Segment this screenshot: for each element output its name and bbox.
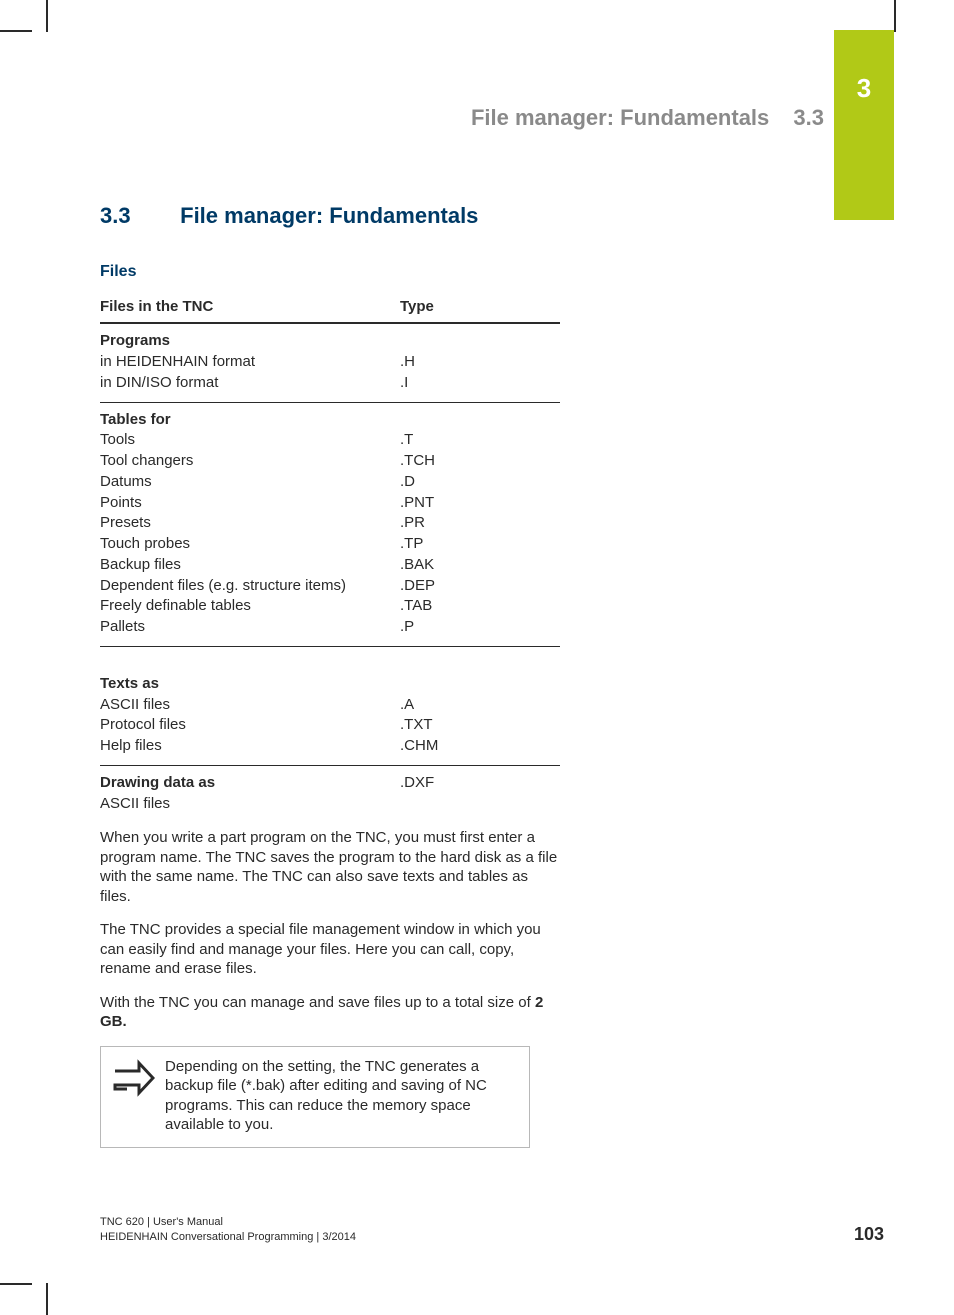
table-row: in DIN/ISO format.I	[100, 373, 560, 394]
table-cell-name: Tool changers	[100, 451, 400, 472]
table-row: Protocol files.TXT	[100, 715, 560, 736]
table-group-lead-type	[400, 402, 560, 430]
table-cell-name: ASCII files	[100, 695, 400, 716]
section-title: File manager: Fundamentals	[180, 203, 478, 228]
table-cell-type: .TXT	[400, 715, 560, 736]
crop-mark	[0, 30, 32, 32]
table-cell-name: Tools	[100, 430, 400, 451]
crop-mark	[46, 1283, 48, 1315]
section-heading: 3.3 File manager: Fundamentals	[100, 202, 560, 230]
table-row: Help files.CHM	[100, 736, 560, 757]
running-head: File manager: Fundamentals 3.3	[100, 104, 824, 132]
table-cell-type: .TCH	[400, 451, 560, 472]
table-row: Touch probes.TP	[100, 534, 560, 555]
table-cell-type: .I	[400, 373, 560, 394]
table-row: Points.PNT	[100, 493, 560, 514]
table-cell-name: Datums	[100, 472, 400, 493]
table-cell-name: in DIN/ISO format	[100, 373, 400, 394]
table-row: Tools.T	[100, 430, 560, 451]
table-cell-type: .PR	[400, 513, 560, 534]
table-cell-name: Points	[100, 493, 400, 514]
table-cell-type: .DEP	[400, 576, 560, 597]
table-group-lead: Programs	[100, 323, 400, 352]
content: 3.3 File manager: Fundamentals Files Fil…	[100, 202, 560, 1148]
table-row: Pallets.P	[100, 617, 560, 638]
table-cell-name: in HEIDENHAIN format	[100, 352, 400, 373]
note-box: Depending on the setting, the TNC genera…	[100, 1046, 530, 1148]
table-cell-type: .H	[400, 352, 560, 373]
paragraph: When you write a part program on the TNC…	[100, 828, 560, 906]
table-row: Presets.PR	[100, 513, 560, 534]
table-cell-type: .TP	[400, 534, 560, 555]
table-cell-type: .P	[400, 617, 560, 638]
table-group-lead: Texts as	[100, 667, 400, 695]
footer-line-2: HEIDENHAIN Conversational Programming | …	[100, 1230, 356, 1245]
table-group-lead: Tables for	[100, 402, 400, 430]
table-group-lead-type	[400, 323, 560, 352]
paragraph: The TNC provides a special file manageme…	[100, 920, 560, 979]
table-row: Backup files.BAK	[100, 555, 560, 576]
file-types-table: Files in the TNC Type Programsin HEIDENH…	[100, 292, 560, 815]
table-cell-type: .TAB	[400, 596, 560, 617]
table-row: ASCII files	[100, 794, 560, 815]
page: 3 File manager: Fundamentals 3.3 3.3 Fil…	[0, 0, 954, 1315]
note-text: Depending on the setting, the TNC genera…	[165, 1057, 517, 1135]
table-row: Dependent files (e.g. structure items).D…	[100, 576, 560, 597]
crop-mark	[0, 1283, 32, 1285]
table-cell-type: .BAK	[400, 555, 560, 576]
chapter-tab-number: 3	[857, 73, 871, 103]
paragraph: With the TNC you can manage and save fil…	[100, 993, 560, 1032]
table-cell-name: Pallets	[100, 617, 400, 638]
table-row: Freely definable tables.TAB	[100, 596, 560, 617]
table-cell-type: .CHM	[400, 736, 560, 757]
table-cell-name: Backup files	[100, 555, 400, 576]
subsection-heading: Files	[100, 262, 560, 282]
table-row: Datums.D	[100, 472, 560, 493]
table-cell-type	[400, 794, 560, 815]
table-group-lead: Drawing data as	[100, 765, 400, 793]
table-cell-name: Freely definable tables	[100, 596, 400, 617]
crop-mark	[894, 0, 896, 32]
table-cell-type: .D	[400, 472, 560, 493]
chapter-tab: 3	[834, 30, 894, 220]
page-number: 103	[854, 1223, 884, 1246]
table-cell-name: Help files	[100, 736, 400, 757]
table-group-lead-type: .DXF	[400, 765, 560, 793]
table-cell-type: .PNT	[400, 493, 560, 514]
section-number: 3.3	[100, 202, 174, 230]
table-cell-name: ASCII files	[100, 794, 400, 815]
table-group-lead-type	[400, 667, 560, 695]
table-row: Tool changers.TCH	[100, 451, 560, 472]
running-head-title: File manager: Fundamentals	[471, 105, 769, 130]
table-cell-type: .T	[400, 430, 560, 451]
table-cell-name: Dependent files (e.g. structure items)	[100, 576, 400, 597]
paragraph-text: With the TNC you can manage and save fil…	[100, 994, 535, 1011]
table-header-type: Type	[400, 292, 560, 324]
table-cell-type: .A	[400, 695, 560, 716]
running-head-number: 3.3	[793, 105, 824, 130]
arrow-right-icon	[111, 1057, 165, 1135]
footer-line-1: TNC 620 | User's Manual	[100, 1215, 356, 1230]
table-row: in HEIDENHAIN format.H	[100, 352, 560, 373]
table-cell-name: Protocol files	[100, 715, 400, 736]
table-header-name: Files in the TNC	[100, 292, 400, 324]
footer: TNC 620 | User's Manual HEIDENHAIN Conve…	[100, 1215, 356, 1245]
table-cell-name: Touch probes	[100, 534, 400, 555]
table-cell-name: Presets	[100, 513, 400, 534]
table-row: ASCII files.A	[100, 695, 560, 716]
crop-mark	[46, 0, 48, 32]
